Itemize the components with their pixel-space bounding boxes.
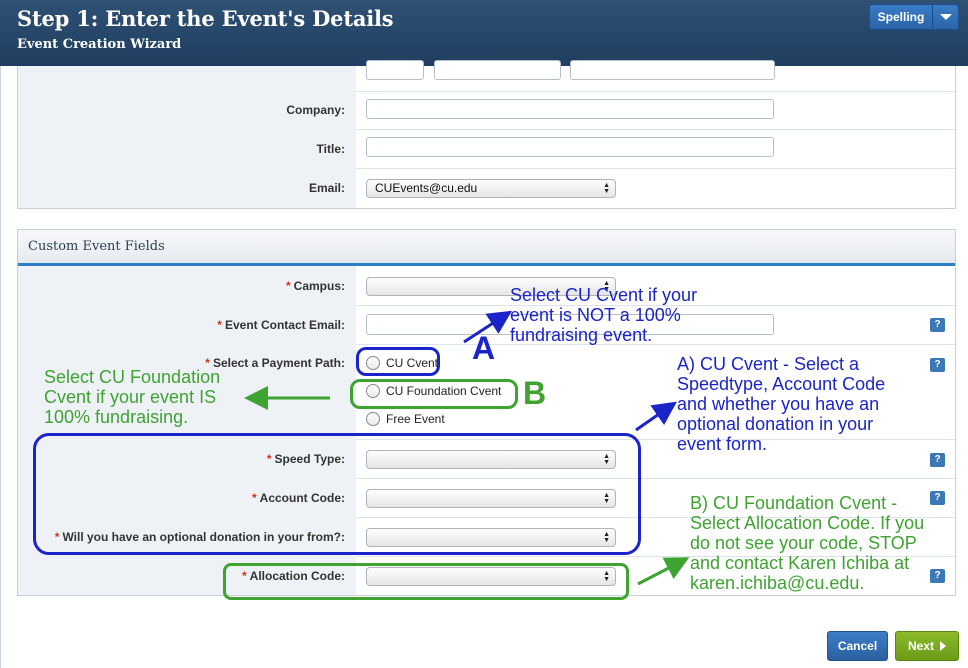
cancel-button[interactable]: Cancel <box>827 631 888 661</box>
arrow-to-b-note <box>637 557 690 586</box>
arrow-to-a-note <box>635 401 677 432</box>
chevron-right-icon <box>940 641 946 651</box>
annotation-arrows <box>244 310 690 586</box>
next-button[interactable]: Next <box>895 631 959 661</box>
arrow-to-cu-cvent-note <box>463 310 513 344</box>
